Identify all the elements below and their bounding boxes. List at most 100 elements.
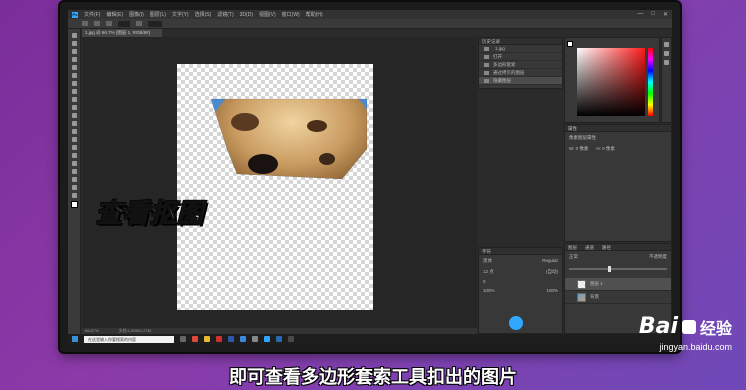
properties-row: 像素图层属性 — [569, 135, 596, 140]
explorer-icon[interactable] — [204, 336, 210, 342]
tab-paths[interactable]: 路径 — [602, 244, 611, 250]
menu-help[interactable]: 帮助(H) — [306, 11, 323, 18]
tools-panel — [68, 29, 81, 334]
app-icon[interactable] — [252, 336, 258, 342]
close-icon[interactable]: ✕ — [663, 11, 668, 18]
history-item-active[interactable]: 隐藏图层 — [479, 77, 562, 85]
windows-start-icon[interactable] — [72, 336, 78, 342]
document-tab[interactable]: 1.jpg @ 66.7% (图层 1, RGB/8#) — [82, 29, 162, 37]
history-panel-title: 历史记录 — [479, 38, 562, 45]
feather-icon[interactable] — [106, 21, 112, 26]
type-tool-icon[interactable] — [71, 153, 77, 158]
marquee-tool-icon[interactable] — [71, 41, 77, 46]
eraser-tool-icon[interactable] — [71, 113, 77, 118]
watermark-brand: Bai — [638, 314, 678, 339]
monitor-frame: Ps 文件(F) 编辑(E) 图像(I) 图层(L) 文字(Y) 选择(S) 滤… — [60, 2, 680, 352]
more-tools-icon[interactable] — [71, 193, 77, 198]
canvas-area[interactable] — [82, 37, 477, 328]
character-title: 字符 — [479, 248, 562, 255]
properties-title: 属性 — [565, 125, 671, 132]
select-mask-button[interactable] — [147, 20, 162, 27]
options-bar — [68, 19, 672, 29]
color-swatch-icon[interactable] — [70, 201, 78, 208]
menu-file[interactable]: 文件(F) — [84, 11, 100, 18]
menu-select[interactable]: 选择(S) — [195, 11, 212, 18]
menu-edit[interactable]: 编辑(E) — [106, 11, 123, 18]
app-icon[interactable] — [288, 336, 294, 342]
hue-slider[interactable] — [648, 48, 653, 116]
eyedropper-tool-icon[interactable] — [71, 73, 77, 78]
quick-select-tool-icon[interactable] — [71, 57, 77, 62]
shape-tool-icon[interactable] — [71, 169, 77, 174]
panel-icon[interactable] — [664, 51, 669, 56]
menu-type[interactable]: 文字(Y) — [172, 11, 189, 18]
stamp-tool-icon[interactable] — [71, 97, 77, 102]
menu-view[interactable]: 视图(V) — [259, 11, 276, 18]
word-icon[interactable] — [228, 336, 234, 342]
taskbar-search[interactable]: 在这里输入你要搜索的内容 — [84, 335, 174, 343]
height-field[interactable]: H: 0 像素 — [596, 146, 615, 152]
maximize-icon[interactable]: □ — [651, 11, 655, 18]
opacity-slider[interactable] — [569, 266, 667, 272]
menu-window[interactable]: 窗口(W) — [282, 11, 300, 18]
gradient-tool-icon[interactable] — [71, 121, 77, 126]
tracking-field[interactable]: 0 — [479, 277, 562, 286]
cursor-highlight-icon — [509, 316, 523, 330]
lasso-tool-icon[interactable] — [71, 49, 77, 54]
feather-field[interactable] — [118, 20, 130, 27]
font-style-select[interactable]: Regular — [542, 258, 558, 264]
crop-tool-icon[interactable] — [71, 65, 77, 70]
font-size-field[interactable]: 12 点 — [483, 269, 494, 275]
tool-preset-icon[interactable] — [82, 21, 88, 26]
menu-3d[interactable]: 3D(D) — [240, 12, 253, 18]
brush-tool-icon[interactable] — [71, 89, 77, 94]
panel-icon[interactable] — [664, 42, 669, 47]
history-item[interactable]: 通过拷贝的图层 — [479, 69, 562, 77]
antialias-icon[interactable] — [135, 21, 142, 26]
edge-icon[interactable] — [240, 336, 246, 342]
layer-row[interactable]: 图层 1 — [565, 278, 671, 291]
subtitle-caption: 即可查看多边形套索工具扣出的图片 — [229, 367, 517, 388]
color-panel — [564, 37, 660, 123]
width-field[interactable]: W: 0 像素 — [569, 146, 588, 152]
layers-tabs: 图层 通道 路径 — [565, 244, 671, 251]
app-icon[interactable] — [276, 336, 282, 342]
tab-channels[interactable]: 通道 — [585, 244, 594, 250]
history-brush-tool-icon[interactable] — [71, 105, 77, 110]
windows-taskbar: 在这里输入你要搜索的内容 — [68, 334, 672, 344]
menu-bar: Ps 文件(F) 编辑(E) 图像(I) 图层(L) 文字(Y) 选择(S) 滤… — [68, 10, 672, 19]
menu-filter[interactable]: 滤镜(T) — [217, 11, 233, 18]
chrome-icon[interactable] — [192, 336, 198, 342]
font-family-select[interactable]: 黑体 — [483, 258, 492, 264]
history-snapshot[interactable]: 1.jpg — [479, 45, 562, 53]
color-picker-field[interactable] — [577, 48, 645, 116]
blend-mode-select[interactable]: 正常 — [569, 254, 578, 260]
menu-image[interactable]: 图像(I) — [129, 11, 144, 18]
vertical-scale-field[interactable]: 100% — [483, 288, 495, 293]
dodge-tool-icon[interactable] — [71, 137, 77, 142]
panel-icon[interactable] — [664, 60, 669, 65]
history-item[interactable]: 多边形套索 — [479, 61, 562, 69]
minimize-icon[interactable]: — — [637, 11, 643, 18]
layer-row[interactable]: 背景 — [565, 291, 671, 304]
wps-icon[interactable] — [216, 336, 222, 342]
leading-field[interactable]: (自动) — [546, 269, 558, 275]
zoom-tool-icon[interactable] — [71, 185, 77, 190]
foreground-color-icon[interactable] — [567, 41, 573, 47]
horizontal-scale-field[interactable]: 100% — [546, 288, 558, 293]
task-view-icon[interactable] — [180, 336, 186, 342]
blur-tool-icon[interactable] — [71, 129, 77, 134]
paw-logo-icon — [681, 319, 696, 334]
menu-layer[interactable]: 图层(L) — [150, 11, 166, 18]
move-tool-icon[interactable] — [71, 33, 77, 38]
opacity-label: 不透明度 — [649, 254, 667, 259]
selection-mode-icon[interactable] — [94, 21, 100, 26]
hand-tool-icon[interactable] — [71, 177, 77, 182]
pen-tool-icon[interactable] — [71, 145, 77, 150]
tab-layers[interactable]: 图层 — [568, 244, 577, 250]
path-select-tool-icon[interactable] — [71, 161, 77, 166]
history-item[interactable]: 打开 — [479, 53, 562, 61]
document-canvas[interactable] — [177, 64, 373, 310]
healing-tool-icon[interactable] — [71, 81, 77, 86]
photoshop-task-icon[interactable] — [264, 336, 270, 342]
